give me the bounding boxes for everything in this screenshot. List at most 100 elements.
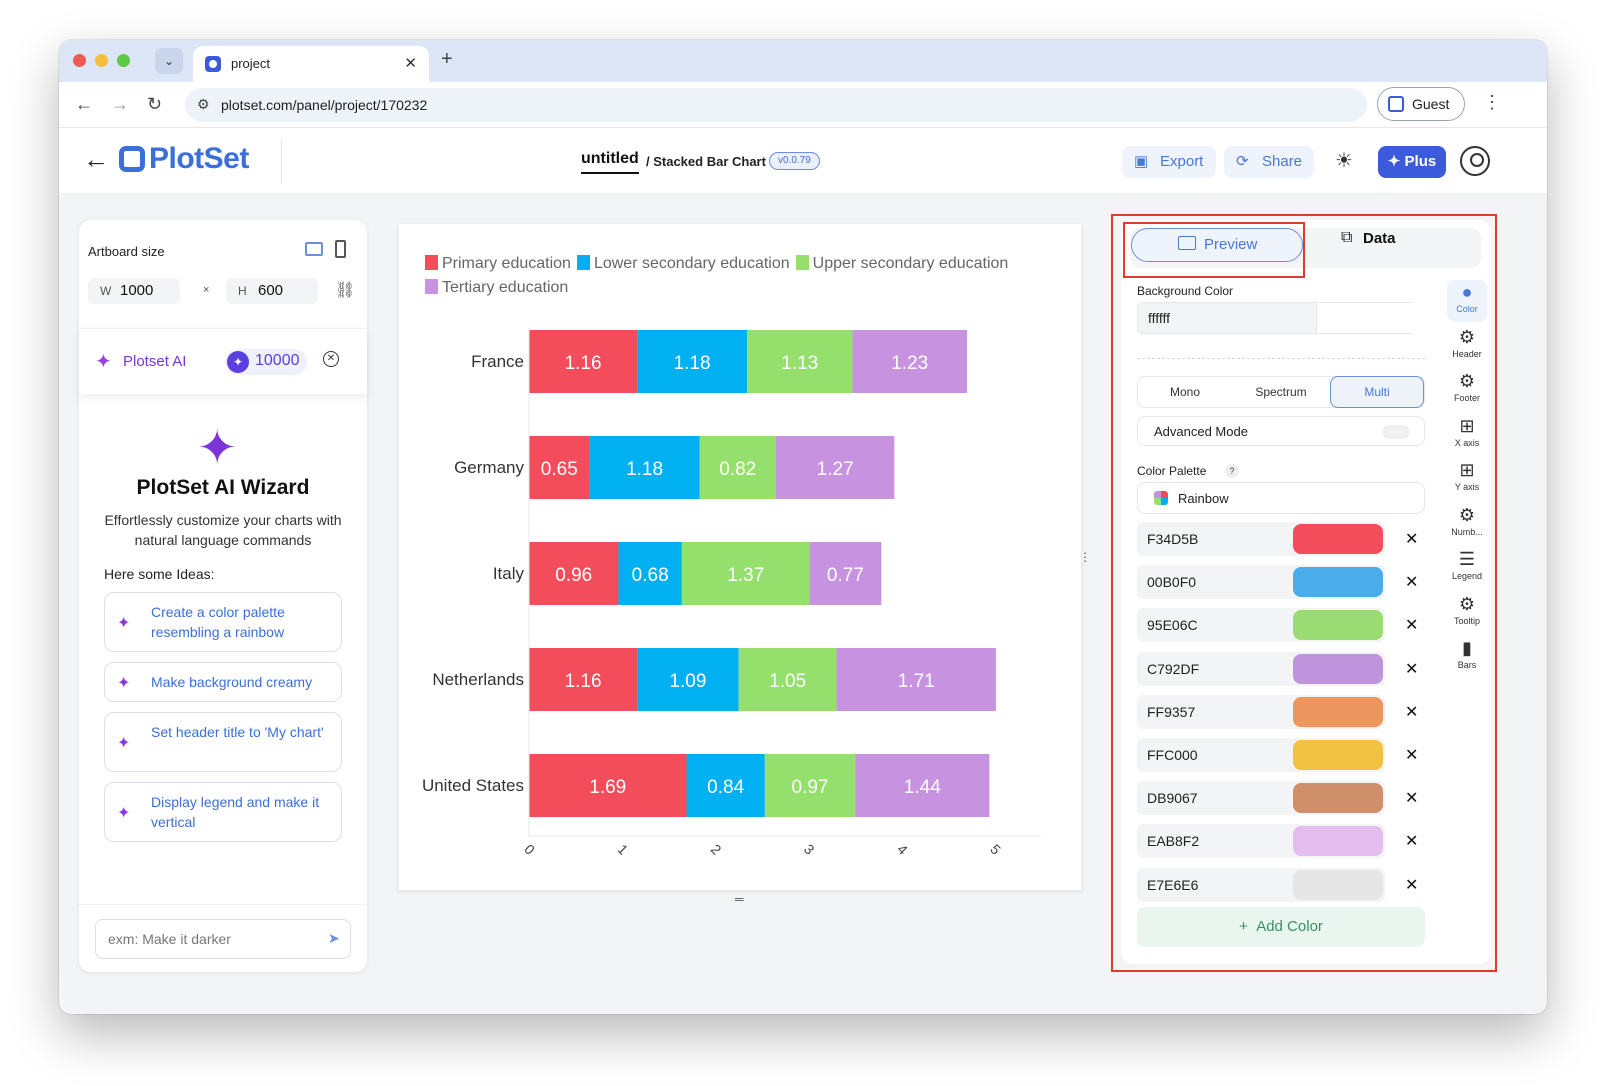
browser-tab[interactable]: project ✕: [193, 46, 429, 82]
close-ai-icon[interactable]: ✕: [323, 351, 339, 367]
color-row[interactable]: C792DF: [1137, 651, 1385, 686]
resize-handle-icon[interactable]: ═: [735, 892, 744, 906]
color-row[interactable]: EAB8F2: [1137, 824, 1385, 859]
category-label: Netherlands: [432, 670, 524, 689]
back-icon[interactable]: ←: [75, 94, 93, 115]
rail-item[interactable]: ⊞ Y axis: [1447, 458, 1487, 500]
rail-item[interactable]: ⊞ X axis: [1447, 414, 1487, 456]
close-window-button[interactable]: [73, 54, 86, 67]
mode-multi[interactable]: Multi: [1330, 376, 1424, 408]
remove-color-icon[interactable]: ✕: [1405, 572, 1418, 592]
reload-icon[interactable]: ↻: [147, 94, 162, 115]
share-button[interactable]: ⟳ Share: [1224, 146, 1314, 178]
project-title[interactable]: untitled: [581, 150, 639, 174]
theme-toggle-icon[interactable]: ☀: [1335, 148, 1353, 173]
color-hex-value[interactable]: C792DF: [1147, 661, 1199, 677]
color-swatch[interactable]: [1293, 653, 1383, 684]
remove-color-icon[interactable]: ✕: [1405, 615, 1418, 635]
new-tab-icon[interactable]: +: [441, 48, 453, 71]
maximize-window-button[interactable]: [117, 54, 130, 67]
tab-close-icon[interactable]: ✕: [404, 54, 417, 72]
forward-icon[interactable]: →: [111, 94, 129, 115]
rail-item[interactable]: ☰ Legend: [1447, 547, 1487, 589]
chart-canvas[interactable]: Primary education Lower secondary educati…: [399, 224, 1091, 906]
color-swatch[interactable]: [1293, 567, 1383, 598]
minimize-window-button[interactable]: [95, 54, 108, 67]
height-field[interactable]: H 600: [226, 278, 318, 304]
remove-color-icon[interactable]: ✕: [1405, 745, 1418, 765]
aspect-lock-icon[interactable]: ⛓: [335, 280, 355, 300]
idea-button[interactable]: ✦ Set header title to 'My chart': [104, 712, 342, 772]
color-hex-value[interactable]: 95E06C: [1147, 617, 1198, 633]
profile-button[interactable]: Guest: [1377, 87, 1465, 121]
idea-button[interactable]: ✦ Display legend and make it vertical: [104, 782, 342, 842]
color-hex-value[interactable]: 00B0F0: [1147, 574, 1196, 590]
add-color-button[interactable]: + Add Color: [1137, 907, 1425, 947]
rail-item[interactable]: ⚙ Footer: [1447, 369, 1487, 411]
side-handle-icon[interactable]: ⋮: [1079, 550, 1091, 564]
color-hex-value[interactable]: DB9067: [1147, 790, 1198, 806]
bars-icon: ▮: [1462, 638, 1472, 658]
plus-label: Plus: [1404, 153, 1437, 170]
remove-color-icon[interactable]: ✕: [1405, 788, 1418, 808]
color-swatch[interactable]: [1293, 869, 1383, 900]
color-row[interactable]: FFC000: [1137, 738, 1385, 772]
rail-item[interactable]: ▮ Bars: [1447, 636, 1487, 678]
color-swatch[interactable]: [1293, 826, 1383, 857]
color-hex-value[interactable]: F34D5B: [1147, 531, 1198, 547]
tab-list-button[interactable]: ⌄: [155, 48, 183, 74]
export-button[interactable]: ▣ Export: [1122, 146, 1216, 178]
color-swatch[interactable]: [1293, 783, 1383, 814]
color-row[interactable]: E7E6E6: [1137, 867, 1385, 902]
color-hex-value[interactable]: FF9357: [1147, 704, 1195, 720]
color-swatch[interactable]: [1293, 610, 1383, 641]
height-value[interactable]: 600: [258, 282, 283, 299]
remove-color-icon[interactable]: ✕: [1405, 831, 1418, 851]
user-avatar-icon[interactable]: [1460, 146, 1490, 176]
mode-mono[interactable]: Mono: [1138, 377, 1232, 407]
plus-button[interactable]: ✦ Plus: [1378, 146, 1446, 178]
remove-color-icon[interactable]: ✕: [1405, 875, 1418, 895]
width-field[interactable]: W 1000: [88, 278, 180, 304]
rail-item[interactable]: ⚙ Numb...: [1447, 503, 1487, 545]
bg-color-input[interactable]: ffffff: [1137, 302, 1417, 334]
color-row[interactable]: DB9067: [1137, 781, 1385, 816]
remove-color-icon[interactable]: ✕: [1405, 529, 1418, 549]
palette-select[interactable]: Rainbow: [1137, 482, 1425, 514]
color-swatch[interactable]: [1293, 696, 1383, 727]
color-row[interactable]: FF9357: [1137, 694, 1385, 729]
site-settings-icon[interactable]: ⚙: [197, 96, 210, 113]
back-arrow-icon[interactable]: ←: [83, 144, 109, 175]
rail-item[interactable]: ● Color: [1447, 280, 1487, 322]
color-row[interactable]: 00B0F0: [1137, 565, 1385, 600]
data-label: 0.68: [632, 565, 669, 586]
color-hex-value[interactable]: EAB8F2: [1147, 833, 1199, 849]
bg-color-swatch[interactable]: [1316, 303, 1417, 333]
mobile-icon[interactable]: [335, 240, 346, 258]
browser-menu-icon[interactable]: ⋮: [1483, 92, 1501, 113]
remove-color-icon[interactable]: ✕: [1405, 702, 1418, 722]
ai-prompt-input[interactable]: exm: Make it darker ➤: [95, 919, 351, 959]
mode-spectrum[interactable]: Spectrum: [1234, 377, 1328, 407]
color-row[interactable]: 95E06C: [1137, 608, 1385, 643]
color-swatch[interactable]: [1293, 740, 1383, 770]
idea-button[interactable]: ✦ Make background creamy: [104, 662, 342, 702]
omnibox[interactable]: ⚙ plotset.com/panel/project/170232: [185, 88, 1367, 122]
rail-item[interactable]: ⚙ Header: [1447, 325, 1487, 367]
send-icon[interactable]: ➤: [328, 930, 340, 947]
help-icon[interactable]: ?: [1225, 464, 1239, 478]
advanced-mode-toggle[interactable]: [1382, 425, 1410, 439]
desktop-icon[interactable]: [305, 242, 323, 256]
data-label: 1.44: [904, 777, 941, 798]
rail-item[interactable]: ⚙ Tooltip: [1447, 592, 1487, 634]
color-hex-value[interactable]: E7E6E6: [1147, 877, 1198, 893]
width-value[interactable]: 1000: [120, 282, 153, 299]
remove-color-icon[interactable]: ✕: [1405, 659, 1418, 679]
bg-color-value[interactable]: ffffff: [1148, 310, 1170, 326]
color-hex-value[interactable]: FFC000: [1147, 747, 1198, 763]
url-text[interactable]: plotset.com/panel/project/170232: [221, 97, 427, 113]
idea-button[interactable]: ✦ Create a color palette resembling a ra…: [104, 592, 342, 652]
color-row[interactable]: F34D5B: [1137, 522, 1385, 556]
color-swatch[interactable]: [1293, 524, 1383, 554]
data-tab[interactable]: Data: [1363, 230, 1396, 247]
